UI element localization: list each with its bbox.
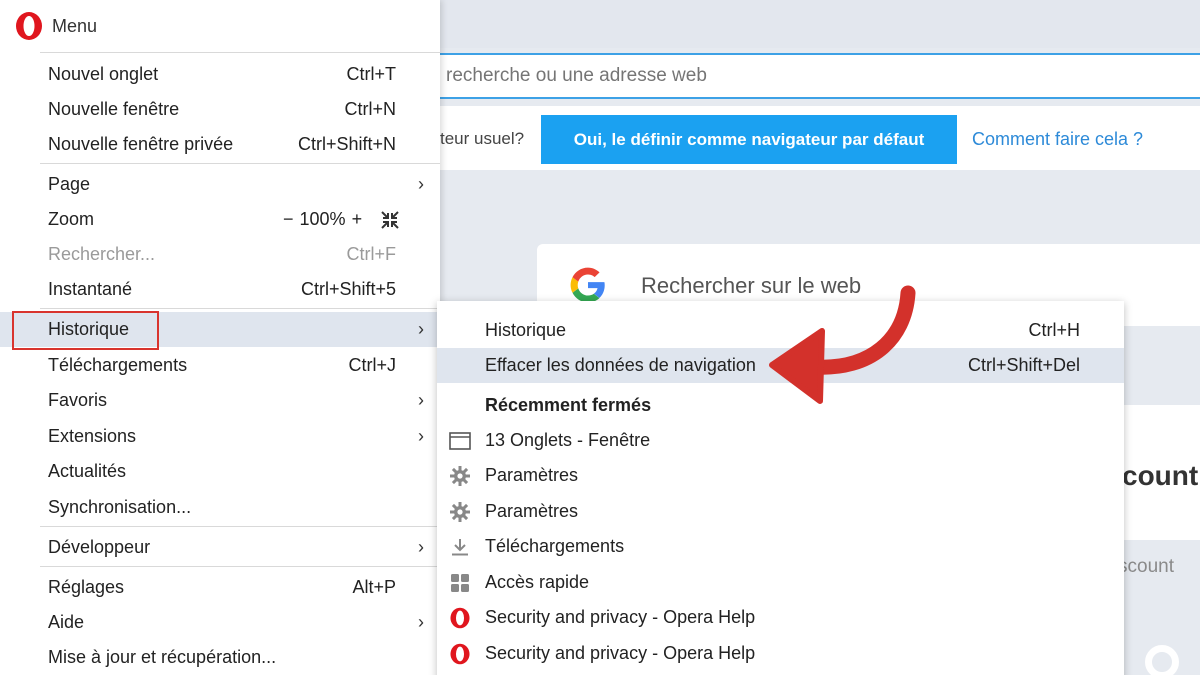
opera-icon: [449, 607, 471, 629]
menu-item-label: Page: [48, 174, 91, 194]
recent-item-label: Téléchargements: [485, 536, 625, 556]
menu-item-new-private-window[interactable]: Nouvelle fenêtre privée Ctrl+Shift+N: [0, 127, 440, 162]
opera-logo-icon: [16, 12, 42, 40]
menu-item-extensions[interactable]: Extensions ›: [0, 419, 440, 454]
fullscreen-icon[interactable]: [380, 210, 400, 230]
menu-header: Menu: [0, 0, 440, 52]
menu-item-label: Zoom: [48, 209, 95, 229]
menu-item-label: Nouvelle fenêtre: [48, 99, 180, 119]
menu-item-news[interactable]: Actualités: [0, 454, 440, 489]
menu-item-label: Nouvel onglet: [48, 64, 159, 84]
menu-item-shortcut: Ctrl+J: [348, 355, 396, 375]
how-to-link[interactable]: Comment faire cela ?: [972, 129, 1143, 150]
menu-item-label: Extensions: [48, 426, 137, 446]
menu-divider: [40, 526, 440, 527]
default-browser-question: teur usuel?: [440, 129, 525, 148]
recent-item[interactable]: Security and privacy - Opera Help: [437, 600, 1124, 635]
recent-item-label: Security and privacy - Opera Help: [485, 607, 756, 627]
chevron-right-icon: ›: [418, 319, 424, 339]
menu-item-update-recovery[interactable]: Mise à jour et récupération...: [0, 640, 440, 675]
menu-item-find[interactable]: Rechercher... Ctrl+F: [0, 237, 440, 272]
menu-item-label: Rechercher...: [48, 244, 156, 264]
recent-item[interactable]: Paramètres: [437, 458, 1124, 493]
submenu-item-label: Effacer les données de navigation: [485, 355, 756, 375]
history-highlight-box: [12, 311, 159, 350]
menu-item-label: Aide: [48, 612, 85, 632]
menu-item-label: Nouvelle fenêtre privée: [48, 134, 234, 154]
menu-item-zoom: Zoom − 100% +: [0, 202, 440, 237]
chevron-right-icon: ›: [418, 537, 424, 557]
recent-item[interactable]: 13 Onglets - Fenêtre: [437, 423, 1124, 458]
menu-item-new-tab[interactable]: Nouvel onglet Ctrl+T: [0, 57, 440, 92]
recent-item[interactable]: Accès rapide: [437, 565, 1124, 600]
menu-item-shortcut: Ctrl+F: [346, 244, 397, 264]
menu-item-shortcut: Ctrl+N: [344, 99, 396, 119]
annotation-arrow-icon: [769, 285, 916, 404]
recent-item-label: Paramètres: [485, 465, 579, 485]
menu-item-sync[interactable]: Synchronisation...: [0, 490, 440, 525]
recent-item[interactable]: Paramètres: [437, 494, 1124, 529]
menu-item-label: Mise à jour et récupération...: [48, 647, 277, 667]
menu-item-page[interactable]: Page ›: [0, 167, 440, 202]
menu-item-shortcut: Ctrl+T: [346, 64, 397, 84]
menu-item-snapshot[interactable]: Instantané Ctrl+Shift+5: [0, 272, 440, 307]
zoom-in-button[interactable]: +: [352, 209, 363, 230]
google-icon: [570, 267, 605, 303]
chevron-right-icon: ›: [418, 174, 424, 194]
chevron-right-icon: ›: [418, 612, 424, 632]
menu-item-label: Actualités: [48, 461, 127, 481]
menu-divider: [40, 163, 440, 164]
set-default-button[interactable]: Oui, le définir comme navigateur par déf…: [541, 115, 957, 164]
menu-item-shortcut: Alt+P: [352, 577, 396, 597]
chevron-right-icon: ›: [418, 390, 424, 410]
menu-item-label: Réglages: [48, 577, 125, 597]
recent-item-label: Paramètres: [485, 501, 579, 521]
gear-icon: [449, 465, 471, 487]
menu-item-label: Favoris: [48, 390, 108, 410]
menu-divider: [40, 52, 440, 53]
menu-item-downloads[interactable]: Téléchargements Ctrl+J: [0, 348, 440, 383]
menu-item-label: Synchronisation...: [48, 497, 192, 517]
menu-item-label: Téléchargements: [48, 355, 188, 375]
speed-dial-card-text: count: [1122, 460, 1199, 491]
chevron-right-icon: ›: [418, 426, 424, 446]
menu-item-new-window[interactable]: Nouvelle fenêtre Ctrl+N: [0, 92, 440, 127]
address-input[interactable]: [446, 65, 1200, 87]
zoom-out-button[interactable]: −: [283, 209, 294, 230]
menu-item-bookmarks[interactable]: Favoris ›: [0, 383, 440, 418]
window-icon: [449, 430, 471, 452]
submenu-item-shortcut: Ctrl+H: [1028, 320, 1080, 340]
recent-item[interactable]: Téléchargements: [437, 529, 1124, 564]
menu-divider: [40, 566, 440, 567]
menu-item-label: Développeur: [48, 537, 151, 557]
section-title: Récemment fermés: [485, 395, 652, 415]
opera-icon: [449, 643, 471, 665]
recent-item-label: Accès rapide: [485, 572, 590, 592]
menu-item-help[interactable]: Aide ›: [0, 605, 440, 640]
menu-item-shortcut: Ctrl+Shift+5: [300, 279, 396, 299]
default-browser-bar: teur usuel? Oui, le définir comme naviga…: [420, 106, 1200, 170]
speed-dial-caption: scount: [1118, 556, 1174, 577]
zoom-controls: − 100% +: [283, 209, 400, 230]
menu-item-label: Instantané: [48, 279, 133, 299]
menu-title: Menu: [52, 15, 98, 36]
menu-item-shortcut: Ctrl+Shift+N: [297, 134, 396, 154]
menu-item-settings[interactable]: Réglages Alt+P: [0, 570, 440, 605]
speed-dial-icon: [449, 572, 471, 594]
zoom-level: 100%: [299, 209, 346, 229]
gear-icon: [449, 501, 471, 523]
recent-item-label: 13 Onglets - Fenêtre: [485, 430, 651, 450]
recent-item-label: Security and privacy - Opera Help: [485, 643, 756, 663]
menu-divider: [40, 308, 440, 309]
opera-main-menu: Menu Nouvel onglet Ctrl+T Nouvelle fenêt…: [0, 0, 440, 675]
download-icon: [449, 536, 471, 558]
submenu-item-label: Historique: [485, 320, 567, 340]
submenu-item-shortcut: Ctrl+Shift+Del: [967, 355, 1080, 375]
speed-dial-add-icon[interactable]: [1145, 645, 1179, 675]
menu-item-developer[interactable]: Développeur ›: [0, 530, 440, 565]
recent-item[interactable]: Security and privacy - Opera Help: [437, 636, 1124, 671]
address-bar[interactable]: [420, 53, 1200, 99]
